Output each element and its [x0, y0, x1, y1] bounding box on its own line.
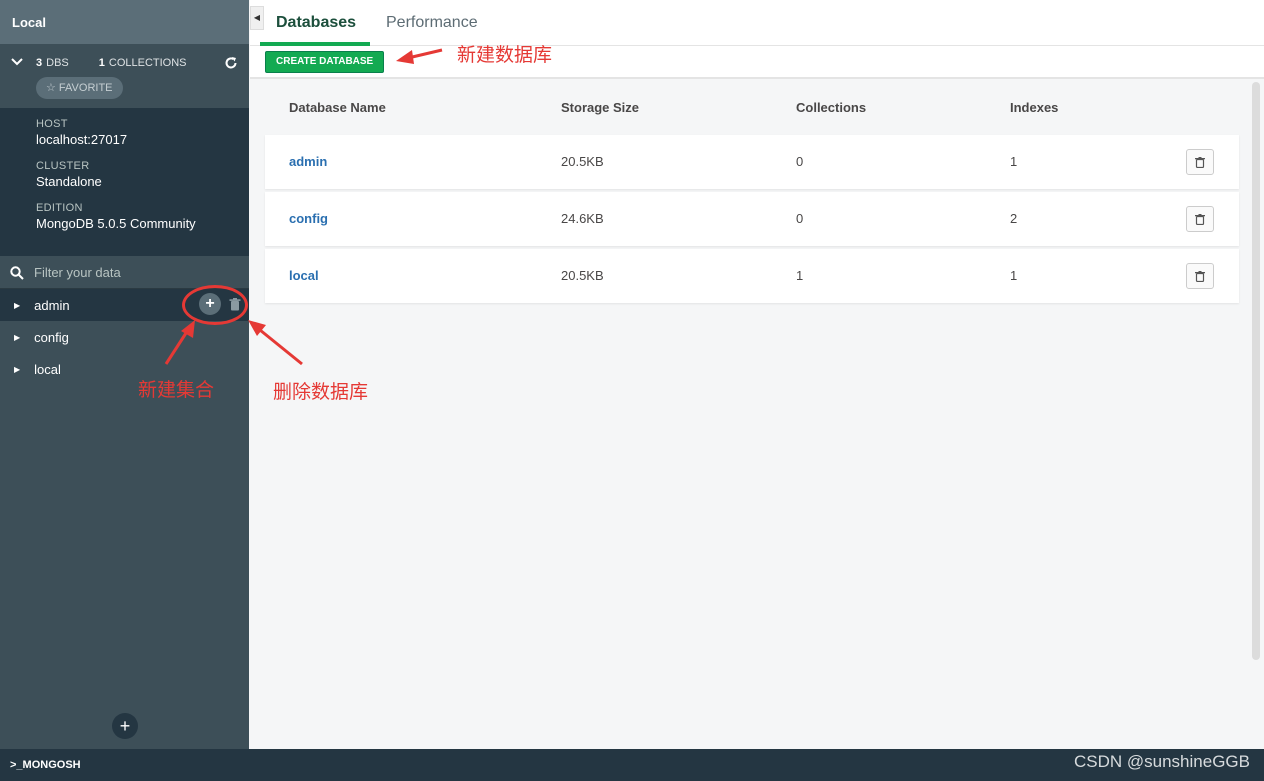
collections-cell: 1: [796, 268, 804, 283]
toolbar: CREATE DATABASE: [250, 46, 1264, 79]
watermark: CSDN @sunshineGGB: [1074, 752, 1250, 771]
search-icon: [10, 265, 24, 280]
header-storage-size[interactable]: Storage Size: [561, 100, 639, 115]
create-database-button[interactable]: CREATE DATABASE: [265, 51, 385, 73]
indexes-cell: 2: [1010, 211, 1018, 226]
trash-icon: [1195, 271, 1205, 283]
trash-icon: [1195, 214, 1205, 226]
header-indexes[interactable]: Indexes: [1010, 100, 1058, 115]
indexes-cell: 1: [1010, 268, 1018, 283]
cluster-info: CLUSTER Standalone: [36, 160, 102, 189]
annotation-create-database: 新建数据库: [457, 44, 553, 66]
trash-icon: [1195, 157, 1205, 169]
collections-stat: 1 COLLECTIONS: [98, 57, 187, 69]
storage-size-cell: 24.6KB: [561, 211, 604, 226]
delete-database-button[interactable]: [1186, 149, 1214, 175]
collapse-sidebar-icon[interactable]: ◀: [250, 6, 264, 30]
scrollbar[interactable]: [1252, 82, 1260, 660]
delete-database-button[interactable]: [1186, 206, 1214, 232]
collections-cell: 0: [796, 211, 804, 226]
storage-size-cell: 20.5KB: [561, 154, 604, 169]
database-link[interactable]: config: [289, 211, 328, 226]
database-link[interactable]: local: [289, 268, 319, 283]
dbs-stat: 3 DBS: [36, 57, 69, 69]
caret-right-icon: ▶: [14, 332, 21, 342]
tab-databases[interactable]: Databases: [276, 14, 356, 32]
table-row: config 24.6KB 0 2: [265, 192, 1239, 246]
favorite-button[interactable]: ☆ FAVORITE: [36, 77, 123, 99]
add-database-icon[interactable]: +: [112, 713, 138, 739]
connection-title: Local: [0, 0, 249, 44]
tab-performance[interactable]: Performance: [386, 14, 478, 32]
database-link[interactable]: admin: [289, 154, 327, 169]
header-database-name[interactable]: Database Name: [289, 100, 386, 115]
filter-input[interactable]: [34, 265, 234, 280]
delete-database-button[interactable]: [1186, 263, 1214, 289]
storage-size-cell: 20.5KB: [561, 268, 604, 283]
annotation-create-collection: 新建集合: [138, 379, 215, 401]
annotation-delete-database: 删除数据库: [273, 381, 369, 403]
annotation-ring: [182, 285, 248, 325]
header-collections[interactable]: Collections: [796, 100, 866, 115]
connection-info: HOST localhost:27017 CLUSTER Standalone …: [0, 108, 249, 256]
sidebar-db-config[interactable]: ▶ config: [0, 321, 249, 353]
table-row: admin 20.5KB 0 1: [265, 135, 1239, 189]
table-header: Database Name Storage Size Collections I…: [250, 100, 1250, 118]
refresh-icon[interactable]: [224, 56, 238, 70]
chevron-down-icon[interactable]: [11, 57, 23, 67]
main-panel: ◀ Databases Performance CREATE DATABASE …: [250, 0, 1264, 749]
caret-right-icon: ▶: [14, 364, 21, 374]
indexes-cell: 1: [1010, 154, 1018, 169]
caret-right-icon: ▶: [14, 300, 21, 310]
table-row: local 20.5KB 1 1: [265, 249, 1239, 303]
collections-cell: 0: [796, 154, 804, 169]
stats-row: 3 DBS 1 COLLECTIONS: [36, 57, 187, 69]
tab-bar: ◀ Databases Performance: [250, 0, 1264, 46]
edition-info: EDITION MongoDB 5.0.5 Community: [36, 202, 196, 231]
host-info: HOST localhost:27017: [36, 118, 128, 147]
